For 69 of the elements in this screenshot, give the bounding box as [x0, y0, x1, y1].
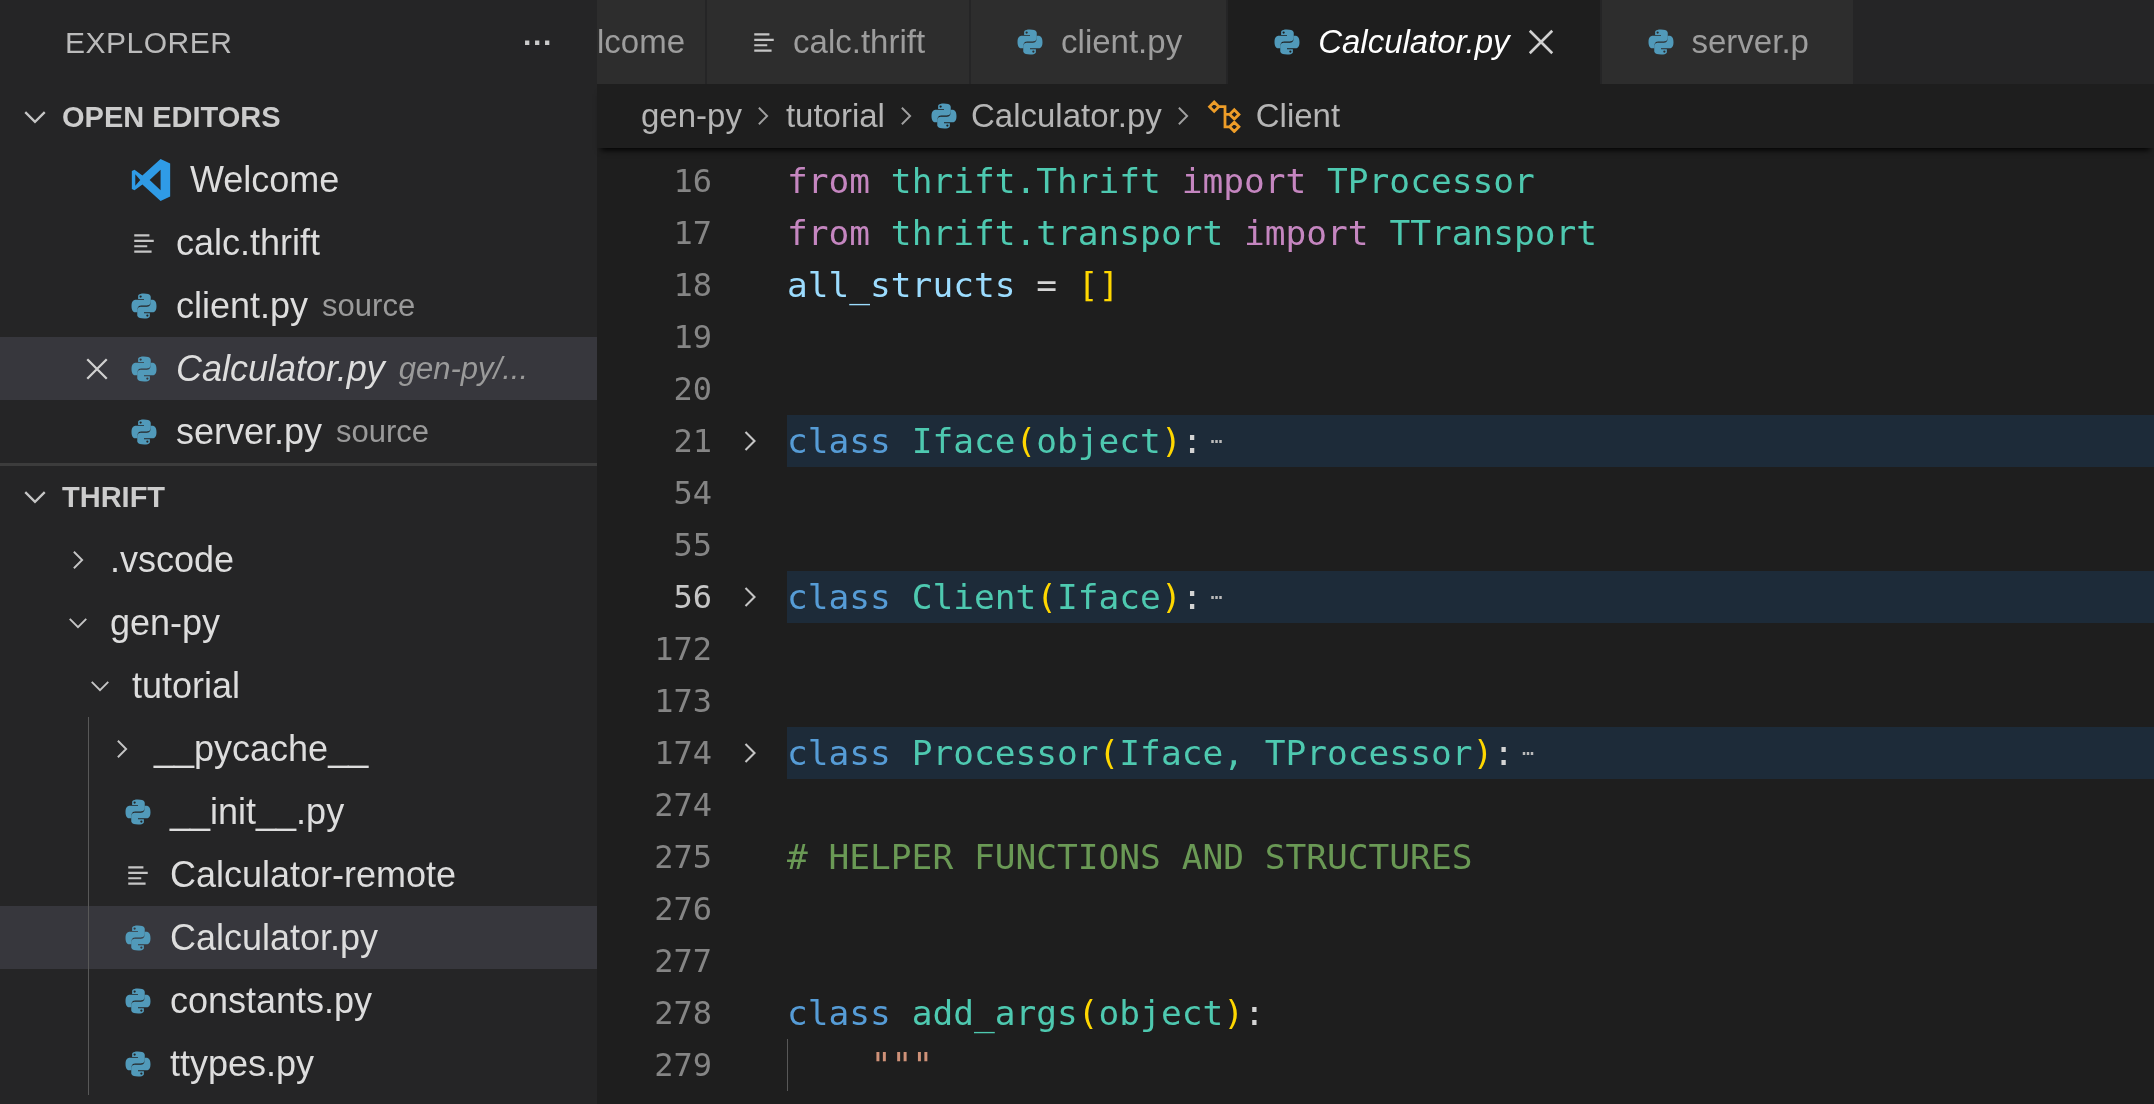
file-name: .vscode: [110, 538, 235, 581]
file-path-description: source: [322, 287, 416, 324]
line-number: 275: [653, 838, 712, 876]
code-line: """: [787, 1039, 2154, 1091]
editor-tab[interactable]: lcome: [597, 0, 708, 84]
file-name: Calculator-remote: [170, 853, 457, 896]
file-tree-item[interactable]: __init__.py: [0, 780, 597, 843]
open-editor-item[interactable]: Calculator.py gen-py/...: [0, 337, 597, 400]
file-name: tutorial: [132, 664, 241, 707]
open-editor-item[interactable]: calc.thrift: [0, 211, 597, 274]
editor-tab[interactable]: Calculator.py: [1228, 0, 1602, 84]
line-number: 17: [672, 214, 712, 252]
line-number: 278: [653, 994, 712, 1032]
file-name: constants.py: [170, 979, 373, 1022]
line-number: 174: [653, 734, 712, 772]
editor-tab[interactable]: client.py: [971, 0, 1229, 84]
line-number: 173: [653, 682, 712, 720]
line-number: 54: [672, 474, 712, 512]
file-name: __init__.py: [170, 790, 345, 833]
file-tree-item[interactable]: tutorial: [0, 654, 597, 717]
file-tree-item[interactable]: gen-py: [0, 591, 597, 654]
code-line: all_structs = []: [787, 264, 1121, 308]
line-number: 277: [653, 942, 712, 980]
file-path-description: gen-py/...: [398, 350, 528, 387]
file-tree-item[interactable]: .vscode: [0, 528, 597, 591]
more-actions-button[interactable]: ···: [519, 26, 557, 60]
file-name: server.py: [176, 410, 323, 453]
sidebar-title: EXPLORER: [65, 26, 233, 60]
line-number: 19: [672, 318, 712, 356]
file-name: calc.thrift: [176, 221, 321, 264]
open-editor-item[interactable]: server.py source: [0, 400, 597, 463]
line-number: 55: [672, 526, 712, 564]
line-number: 274: [653, 786, 712, 824]
file-name: __pycache__: [154, 727, 369, 770]
open-editor-item[interactable]: Welcome: [0, 148, 597, 211]
file-name: Calculator.py: [170, 916, 379, 959]
breadcrumb-item[interactable]: Client: [1255, 97, 1341, 135]
class-symbol-icon: [1205, 99, 1244, 133]
line-number: 20: [672, 370, 712, 408]
line-number: 16: [672, 162, 712, 200]
code-line: class add_args(object):: [787, 992, 1266, 1036]
section-header[interactable]: THRIFT: [0, 466, 597, 528]
breadcrumb-item[interactable]: tutorial: [785, 97, 885, 135]
file-path-description: source: [336, 413, 430, 450]
file-tree-item[interactable]: __pycache__: [0, 717, 597, 780]
file-name: ttypes.py: [170, 1042, 315, 1085]
line-number: 172: [653, 630, 712, 668]
section-header[interactable]: OPEN EDITORS: [0, 86, 597, 148]
line-number: 21: [672, 422, 712, 460]
line-number: 279: [653, 1046, 712, 1084]
line-number: 18: [672, 266, 712, 304]
editor-tab[interactable]: calc.thrift: [707, 0, 972, 84]
file-name: Calculator.py: [176, 347, 385, 390]
line-number: 56: [672, 578, 712, 616]
file-tree-item[interactable]: constants.py: [0, 969, 597, 1032]
file-name: client.py: [176, 284, 309, 327]
file-tree-item[interactable]: Calculator.py: [0, 906, 597, 969]
open-editor-item[interactable]: client.py source: [0, 274, 597, 337]
line-number: 276: [653, 890, 712, 928]
file-name: Welcome: [190, 158, 340, 201]
code-line: from thrift.transport import TTransport: [787, 212, 1599, 255]
code-line: from thrift.Thrift import TProcessor: [787, 160, 1536, 203]
file-name: gen-py: [110, 601, 221, 644]
file-tree-item[interactable]: ttypes.py: [0, 1032, 597, 1095]
editor-tab[interactable]: server.p: [1601, 0, 1855, 84]
code-line: # HELPER FUNCTIONS AND STRUCTURES: [787, 836, 1474, 879]
breadcrumb-item[interactable]: Calculator.py: [970, 97, 1162, 135]
file-tree-item[interactable]: Calculator-remote: [0, 843, 597, 906]
breadcrumb-item[interactable]: gen-py: [641, 97, 742, 135]
